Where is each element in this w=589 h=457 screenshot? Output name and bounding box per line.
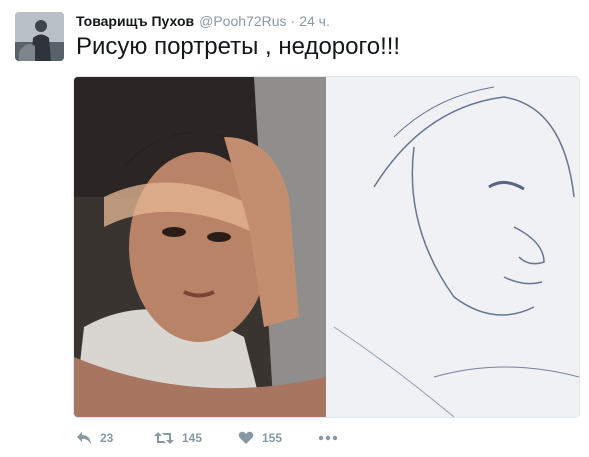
header-separator: · — [290, 13, 296, 29]
retweet-count: 145 — [182, 431, 203, 445]
retweet-button[interactable]: 145 — [154, 431, 238, 445]
more-icon — [318, 435, 338, 441]
retweet-icon — [154, 432, 174, 444]
author-handle[interactable]: @Pooh72Rus — [199, 13, 286, 29]
reply-icon — [77, 432, 91, 444]
tweet-actions: 23 145 155 — [76, 428, 348, 448]
tweet-photo[interactable] — [73, 76, 580, 418]
tweet: Товарищъ Пухов @Pooh72Rus · 24 ч. Рисую … — [0, 0, 589, 457]
reply-count: 23 — [100, 431, 114, 445]
avatar-image — [15, 12, 64, 61]
like-count: 155 — [262, 431, 283, 445]
reply-button[interactable]: 23 — [76, 431, 154, 445]
more-button[interactable] — [318, 435, 348, 441]
tweet-header: Товарищъ Пухов @Pooh72Rus · 24 ч. — [76, 13, 330, 31]
like-button[interactable]: 155 — [238, 431, 318, 445]
tweet-text: Рисую портреты , недорого!!! — [76, 33, 401, 60]
author-name[interactable]: Товарищъ Пухов — [76, 13, 194, 29]
photo-collage — [74, 77, 579, 417]
tweet-timestamp[interactable]: 24 ч. — [299, 13, 330, 29]
avatar[interactable] — [15, 12, 64, 61]
heart-icon — [238, 431, 254, 444]
